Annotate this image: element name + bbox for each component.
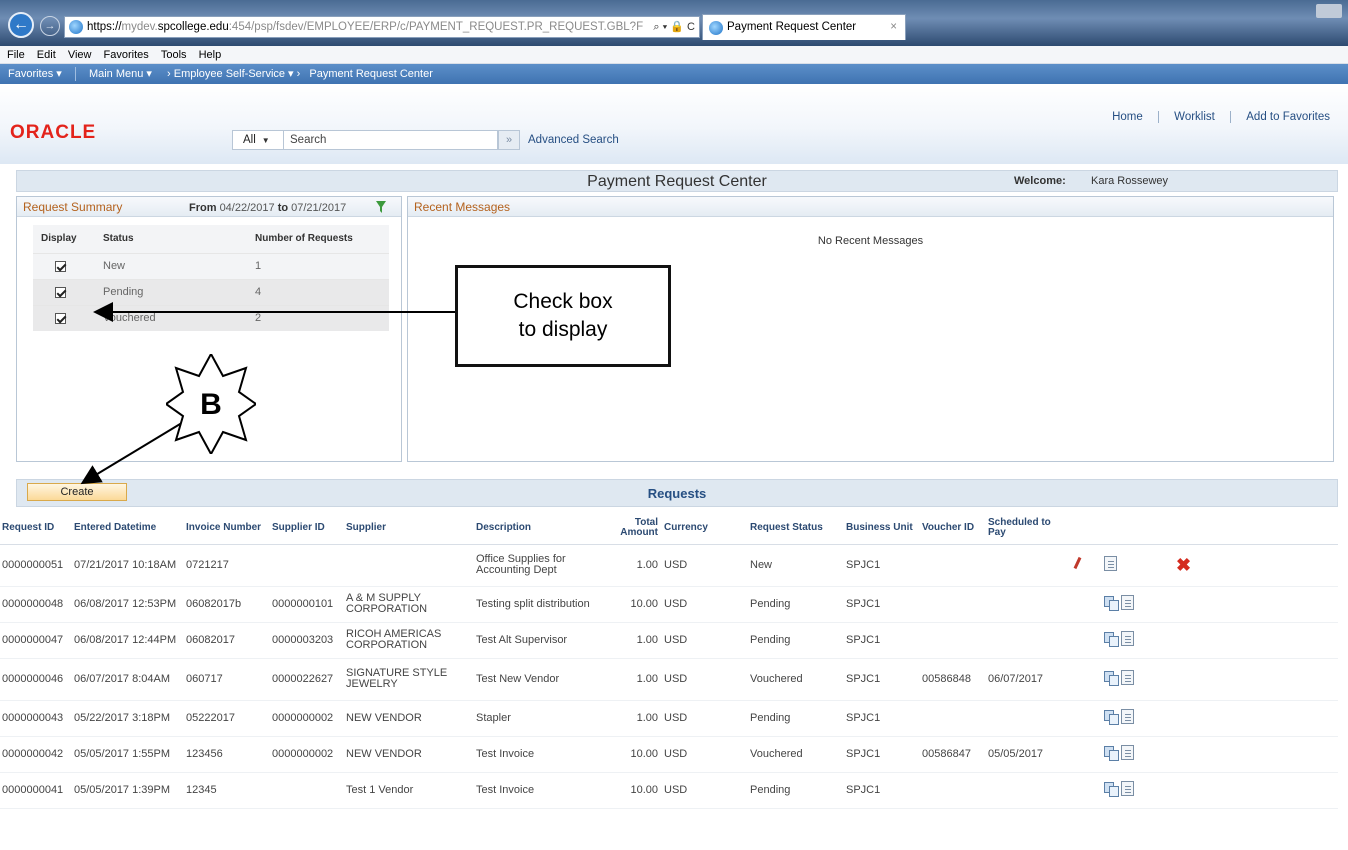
marker-letter: B [200,388,222,421]
annotation-marker-b: B [166,354,256,454]
